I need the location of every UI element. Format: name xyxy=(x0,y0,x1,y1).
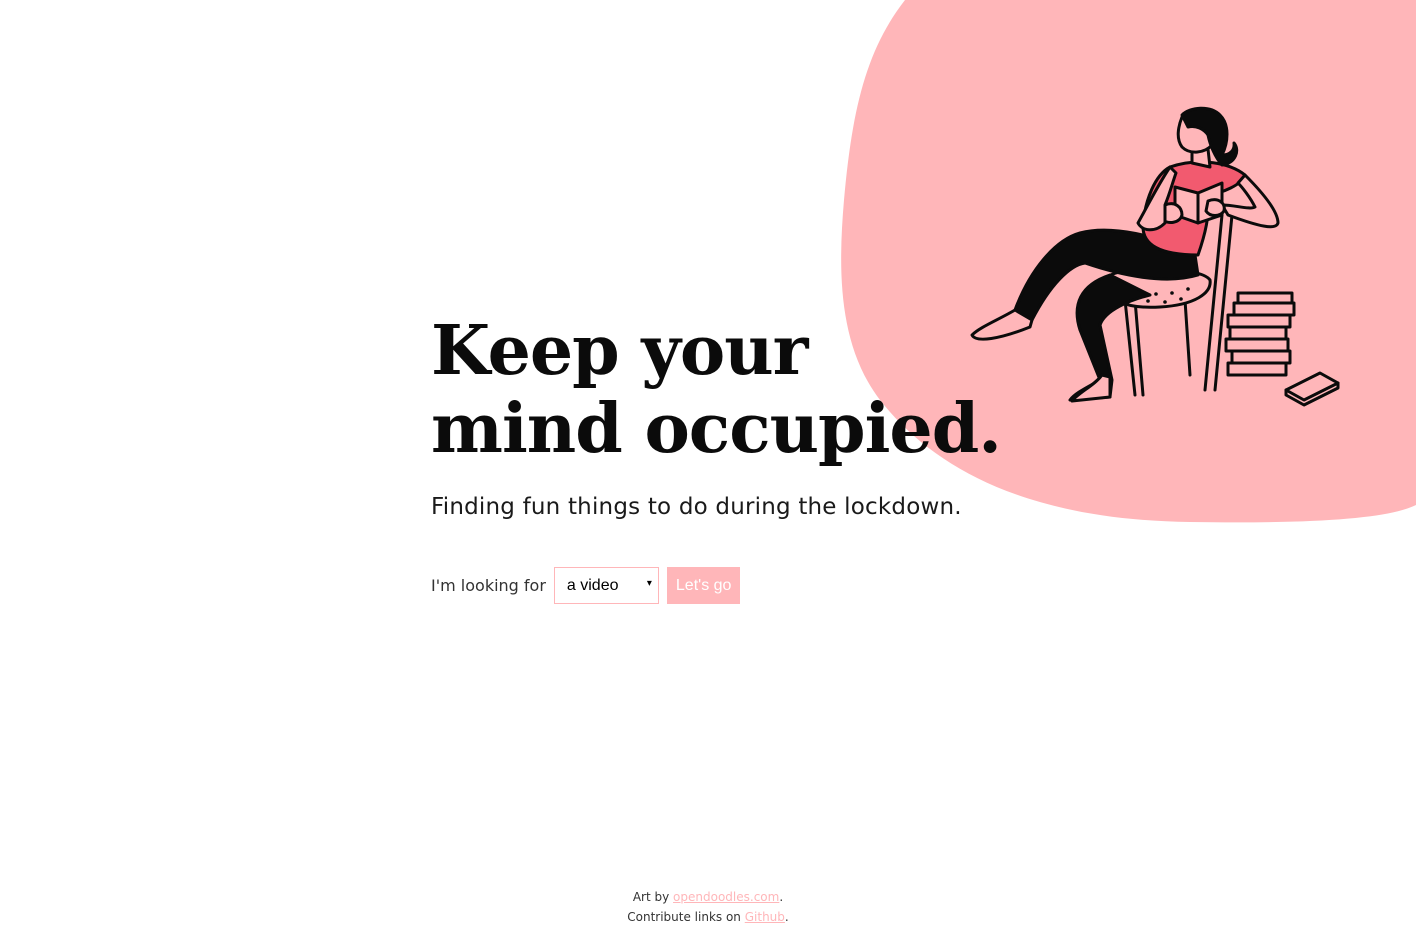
page: Keep your mind occupied. Finding fun thi… xyxy=(0,0,1416,933)
footer-art-prefix: Art by xyxy=(632,890,674,904)
hero: Keep your mind occupied. Finding fun thi… xyxy=(431,312,1131,520)
content-type-select[interactable]: a video ▾ xyxy=(553,567,659,604)
title-line-2: mind occupied. xyxy=(431,389,1002,469)
footer-contribute-suffix: . xyxy=(784,910,789,924)
footer: Art by opendoodles.com. Contribute links… xyxy=(0,887,1416,927)
lets-go-button[interactable]: Let's go xyxy=(666,567,741,604)
footer-art-suffix: . xyxy=(779,890,784,904)
footer-art-credit: Art by opendoodles.com. xyxy=(0,887,1416,907)
footer-contribute-prefix: Contribute links on xyxy=(627,910,745,924)
search-form: I'm looking for a video ▾ Let's go xyxy=(431,567,741,604)
footer-contribute: Contribute links on Github. xyxy=(0,907,1416,927)
content-type-select-value: a video xyxy=(566,576,619,594)
opendoodles-link[interactable]: opendoodles.com xyxy=(673,890,779,904)
page-title: Keep your mind occupied. xyxy=(431,312,1131,468)
chevron-down-icon: ▾ xyxy=(646,578,652,589)
page-subtitle: Finding fun things to do during the lock… xyxy=(431,494,962,520)
github-link[interactable]: Github xyxy=(745,910,785,924)
looking-for-label: I'm looking for xyxy=(431,576,546,595)
title-line-1: Keep your xyxy=(431,311,809,391)
